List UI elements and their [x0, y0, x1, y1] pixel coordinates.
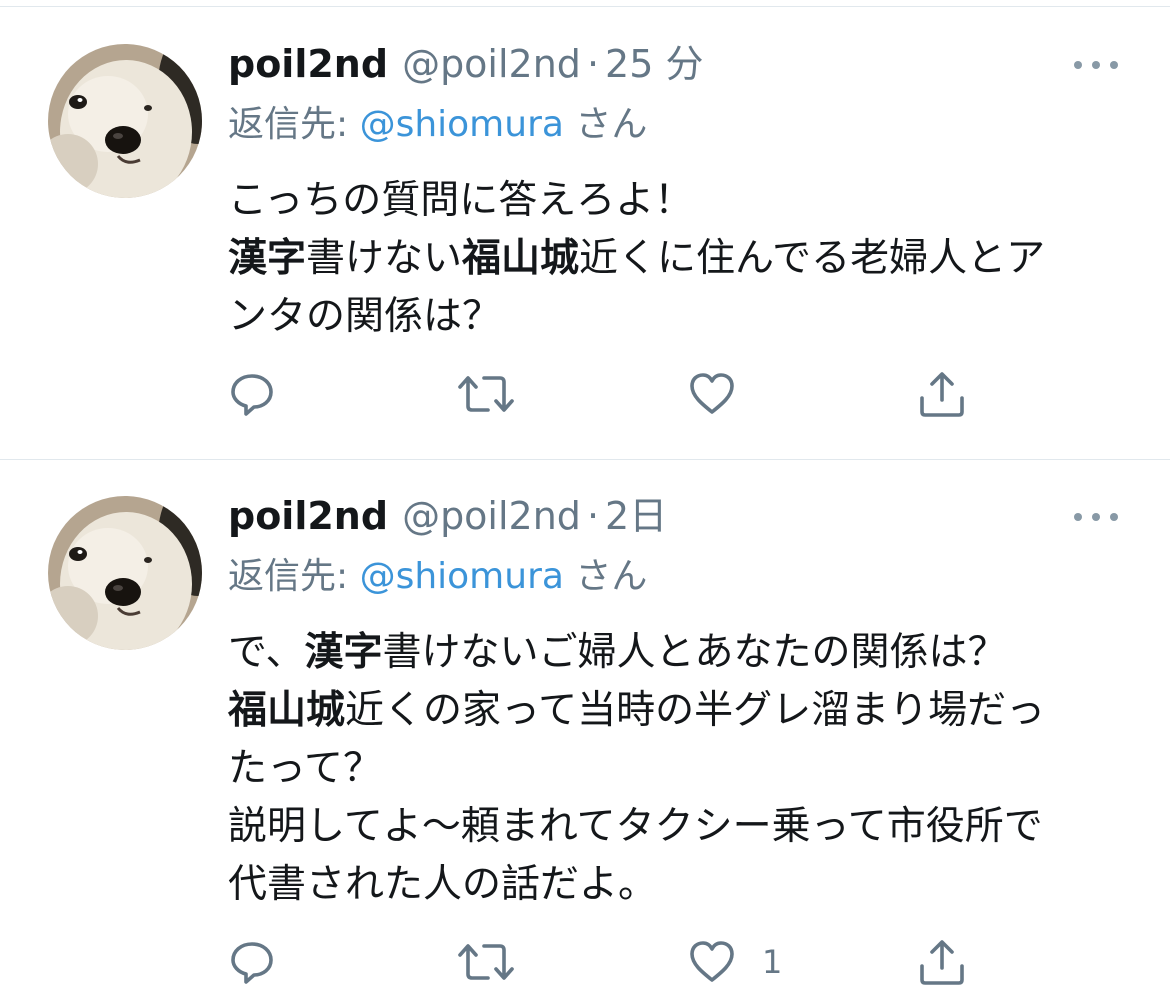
- heart-icon: [690, 373, 734, 414]
- reply-context: 返信先: @shiomura さん: [228, 554, 647, 600]
- reply-icon: [231, 942, 273, 984]
- tweet-text-line: で、漢字書けないご婦人とあなたの関係は？: [228, 624, 1128, 682]
- user-handle[interactable]: @poil2nd: [402, 494, 581, 538]
- reply-prefix: 返信先:: [228, 556, 360, 597]
- text-segment: で、: [228, 630, 305, 675]
- reply-mention-link[interactable]: @shiomura: [360, 104, 564, 145]
- bold-text-segment: 漢字: [228, 236, 307, 281]
- text-segment: 説明してよ〜頼まれてタクシー乗って市役所で: [228, 804, 1043, 849]
- tweet[interactable]: poil2nd @poil2nd · 25 分 返信先: @shiomura さん こ…: [0, 0, 1170, 459]
- retweet-icon: [458, 944, 514, 980]
- text-segment: 書けないご婦人とあなたの関係は？: [382, 630, 1007, 675]
- more-options-icon[interactable]: [1074, 58, 1118, 70]
- like-button[interactable]: [688, 364, 762, 424]
- tweet-text-line: こっちの質問に答えろよ！: [228, 172, 1128, 230]
- tweet-header: poil2nd @poil2nd · 2日: [228, 494, 667, 538]
- share-icon: [920, 940, 964, 985]
- tweet-header: poil2nd @poil2nd · 25 分: [228, 42, 703, 86]
- reply-prefix: 返信先:: [228, 104, 360, 145]
- share-button[interactable]: [916, 364, 968, 424]
- tweet-actions: [0, 364, 1170, 424]
- reply-suffix: さん: [563, 104, 648, 145]
- tweet-text: こっちの質問に答えろよ！ 漢字書けない福山城近くに住んでる老婦人とアンタの関係は？: [228, 172, 1128, 346]
- reply-icon: [231, 374, 273, 416]
- tweet-text: で、漢字書けないご婦人とあなたの関係は？ 福山城近くの家って当時の半グレ溜まり場だ…: [228, 624, 1128, 914]
- bold-text-segment: 福山城: [462, 236, 580, 281]
- text-segment: たって？: [228, 746, 383, 791]
- share-button[interactable]: [916, 932, 968, 992]
- heart-icon: [690, 941, 734, 982]
- text-segment: 近くの家って当時の半グレ溜まり場だっ: [345, 688, 1046, 733]
- retweet-icon: [458, 376, 514, 412]
- retweet-button[interactable]: [456, 932, 516, 992]
- reply-context: 返信先: @shiomura さん: [228, 102, 647, 148]
- bold-text-segment: 福山城: [228, 688, 346, 733]
- reply-button[interactable]: [228, 364, 276, 424]
- text-segment: ンタの関係は？: [228, 294, 502, 339]
- reply-button[interactable]: [228, 932, 276, 992]
- text-segment: 近くに住んでる老婦人とア: [579, 236, 1046, 281]
- tweet-text-line: 代書された人の話だよ。: [228, 856, 1128, 914]
- dog-avatar-image: [48, 496, 202, 650]
- user-handle[interactable]: @poil2nd: [402, 42, 581, 86]
- tweet-text-line: 福山城近くの家って当時の半グレ溜まり場だっ: [228, 682, 1128, 740]
- text-segment: こっちの質問に答えろよ！: [228, 178, 694, 223]
- tweet-text-line: 説明してよ〜頼まれてタクシー乗って市役所で: [228, 798, 1128, 856]
- bold-text-segment: 漢字: [304, 630, 383, 675]
- like-button[interactable]: 1: [688, 932, 782, 992]
- reply-suffix: さん: [563, 556, 648, 597]
- text-segment: 書けない: [306, 236, 463, 281]
- tweet-text-line: 漢字書けない福山城近くに住んでる老婦人とア: [228, 230, 1128, 288]
- display-name[interactable]: poil2nd: [228, 42, 388, 86]
- dog-avatar-image: [48, 44, 202, 198]
- timestamp[interactable]: 25 分: [605, 42, 703, 86]
- share-icon: [920, 372, 964, 417]
- tweet[interactable]: poil2nd @poil2nd · 2日 返信先: @shiomura さん で、漢…: [0, 460, 1170, 1004]
- more-options-icon[interactable]: [1074, 510, 1118, 522]
- text-segment: 代書された人の話だよ。: [228, 862, 658, 907]
- tweet-text-line: たって？: [228, 740, 1128, 798]
- reply-mention-link[interactable]: @shiomura: [360, 556, 564, 597]
- like-count: 1: [762, 943, 783, 981]
- tweet-actions: 1: [0, 932, 1170, 992]
- separator-dot: ·: [586, 42, 600, 86]
- avatar[interactable]: [48, 44, 202, 198]
- timestamp[interactable]: 2日: [605, 494, 667, 538]
- retweet-button[interactable]: [456, 364, 516, 424]
- separator-dot: ·: [586, 494, 600, 538]
- display-name[interactable]: poil2nd: [228, 494, 388, 538]
- tweet-text-line: ンタの関係は？: [228, 288, 1128, 346]
- avatar[interactable]: [48, 496, 202, 650]
